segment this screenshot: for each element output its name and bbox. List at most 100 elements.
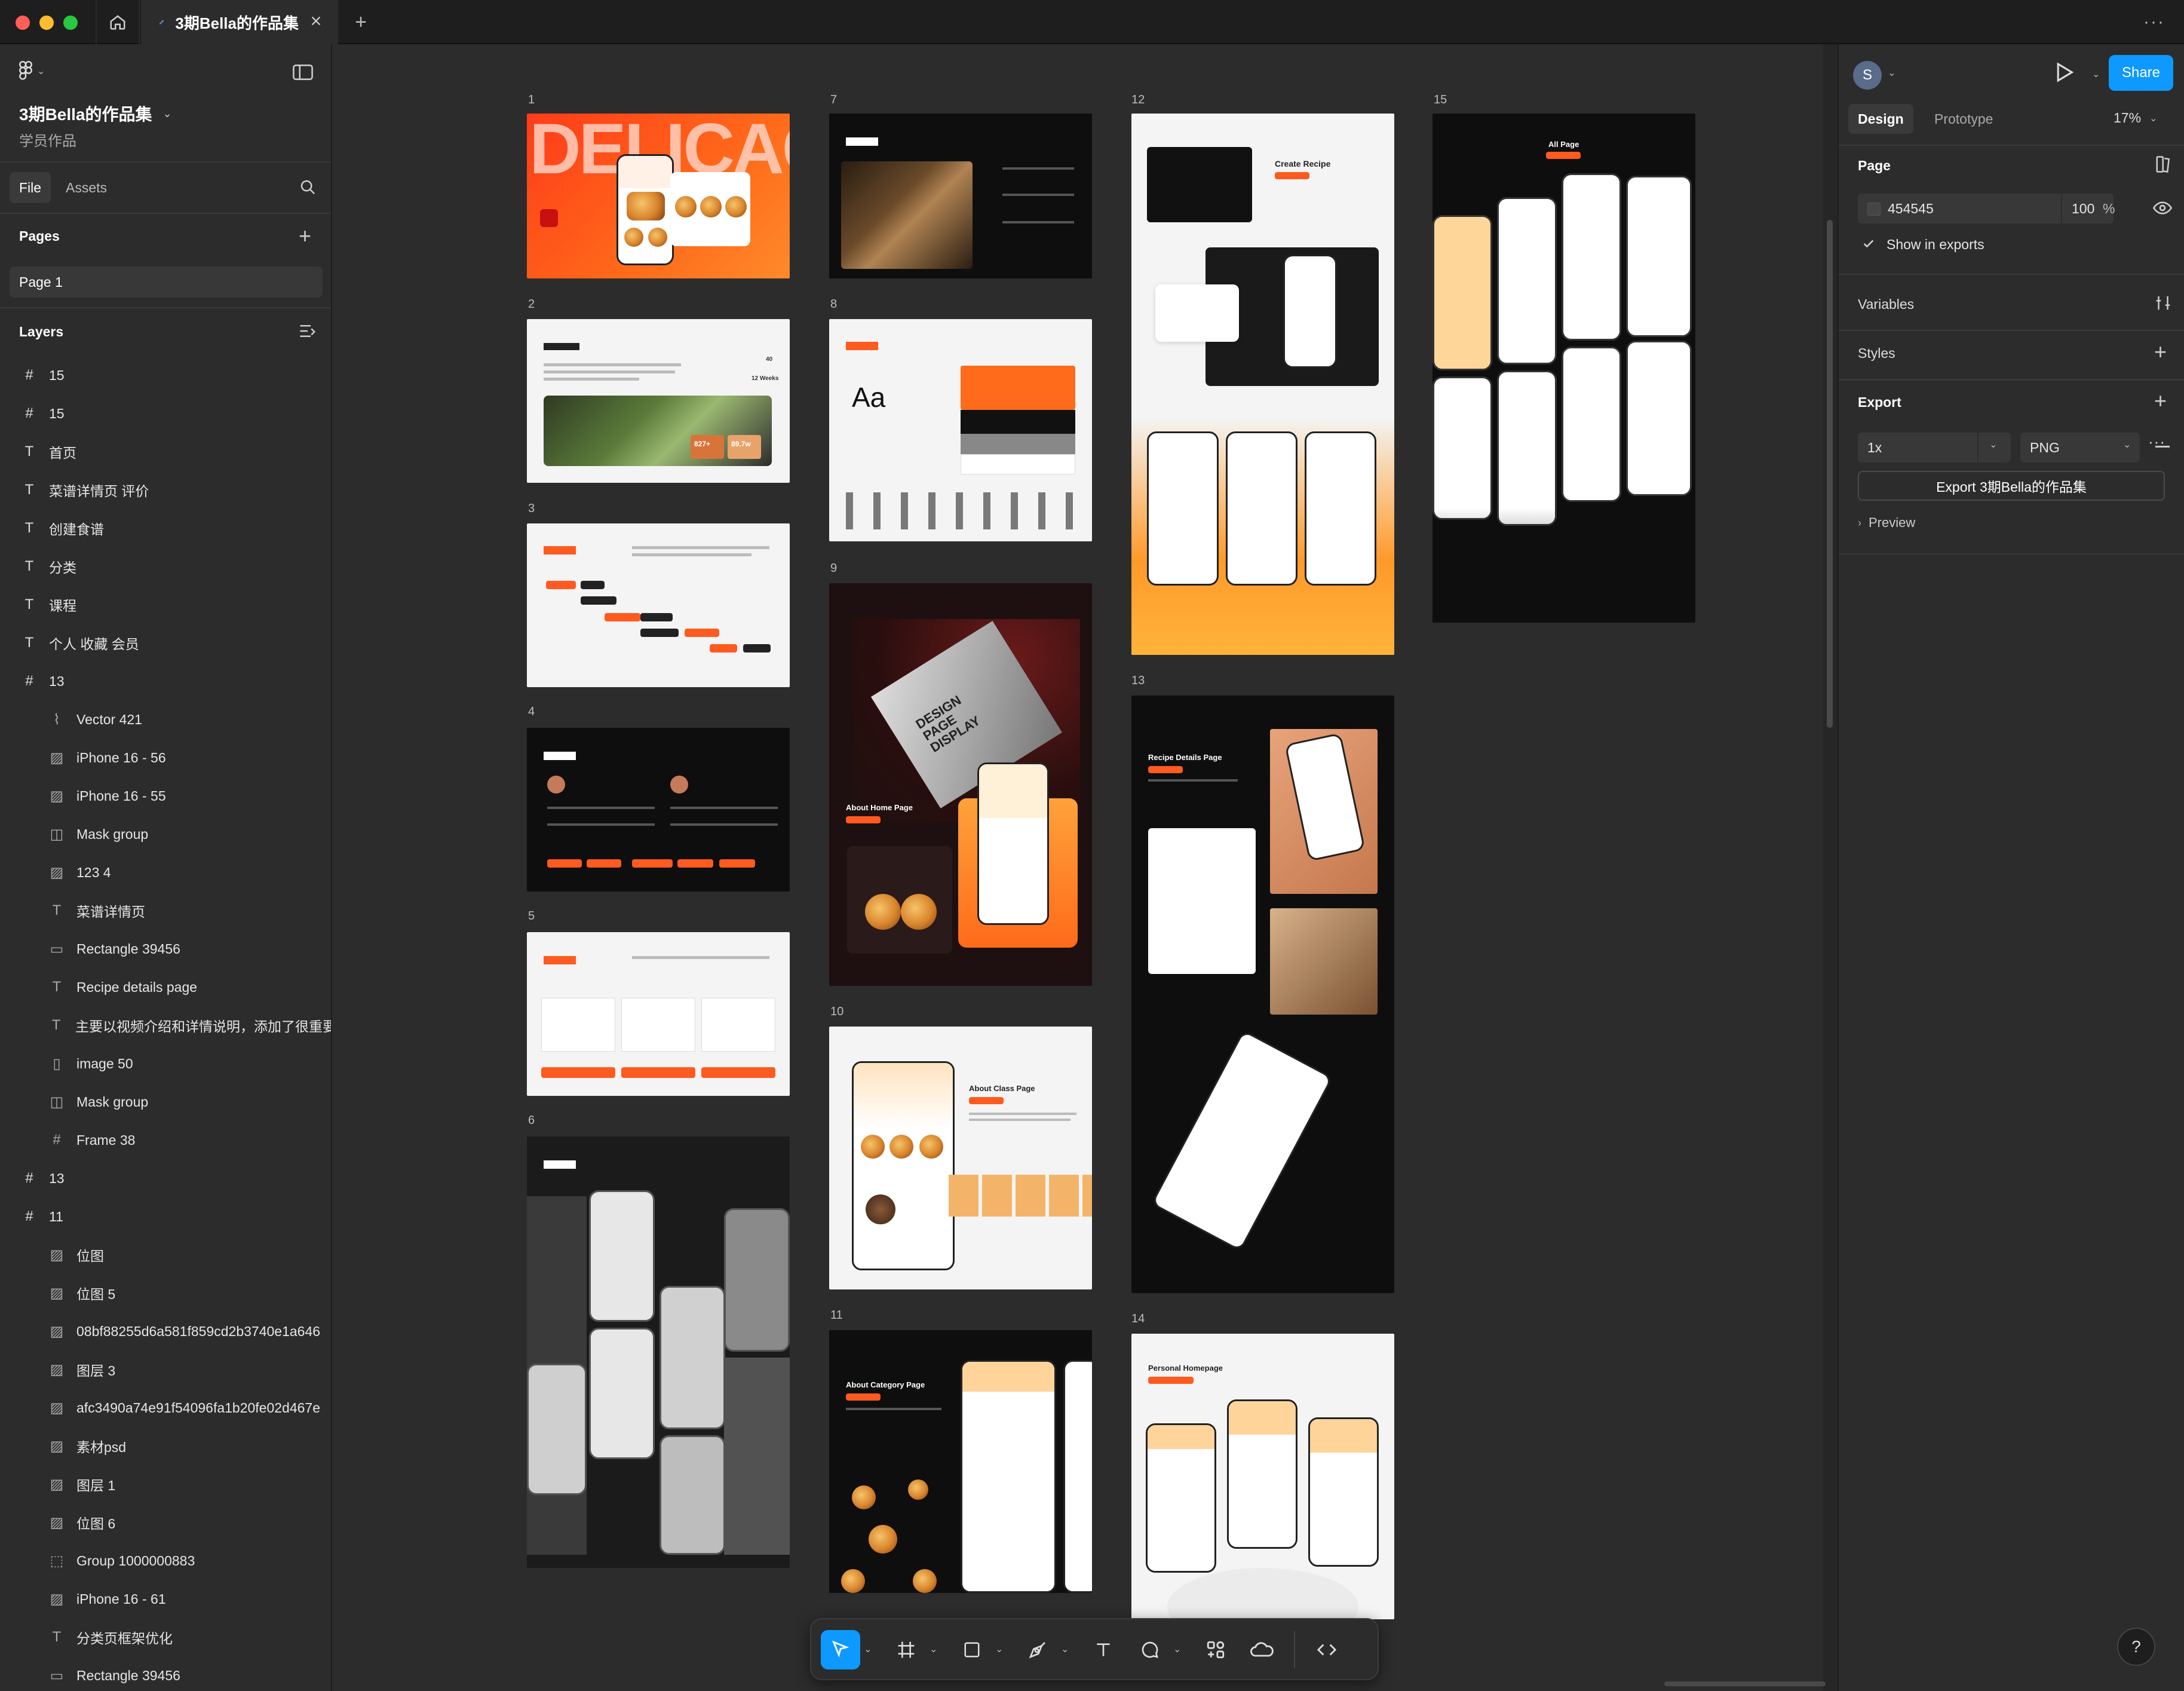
layer-item[interactable]: T 分类页框架优化 [0,1618,331,1656]
layer-item[interactable]: #15 [0,394,331,433]
frame-9-home-page[interactable]: DESIGN PAGE DISPLAY About Home Page [829,583,1092,986]
toggle-sidebar-button[interactable] [293,65,313,83]
layer-item[interactable]: ▨ 位图 5 [0,1274,331,1312]
layer-item[interactable]: T Recipe details page [0,968,331,1006]
layer-item[interactable]: # Frame 38 [0,1121,331,1159]
layer-item[interactable]: T 首页 [0,433,331,471]
chevron-down-icon[interactable]: ⌄ [1888,67,1895,79]
rectangle-tool-button[interactable] [952,1630,992,1669]
layer-item[interactable]: ▨ iPhone 16 - 55 [0,777,331,815]
frame-2-intro[interactable]: 40 12 Weeks 827+ 89.7w [527,319,790,483]
pen-tool-button[interactable] [1018,1630,1057,1669]
tab-assets[interactable]: Assets [56,172,116,203]
layer-item[interactable]: #11 [0,1197,331,1236]
frame-tool-button[interactable] [887,1630,926,1669]
layer-item[interactable]: T 课程 [0,586,331,624]
frame-1-cover[interactable]: DELICACY [527,114,790,278]
page-item-page-1[interactable]: Page 1 [10,266,323,298]
layer-item[interactable]: ▨ 位图 6 [0,1503,331,1542]
chevron-down-icon[interactable]: ⌄ [1173,1643,1181,1655]
page-color-swatch[interactable] [1867,203,1881,216]
layer-item[interactable]: ▨ 图层 1 [0,1465,331,1503]
canvas-vertical-scrollbar[interactable] [1823,44,1838,1691]
layer-item[interactable]: #13 [0,662,331,700]
frame-15-all-page[interactable]: All Page [1433,114,1695,623]
move-tool-button[interactable] [821,1630,860,1669]
layer-item[interactable]: ▨ 位图 [0,1236,331,1274]
layer-item[interactable]: T 主要以视频介绍和详情说明，添加了很重要的 [0,1006,331,1044]
close-tab-icon[interactable] [309,14,323,30]
chevron-down-icon[interactable]: ⌄ [930,1643,937,1655]
layer-item[interactable]: ▨ afc3490a74e91f54096fa1b20fe02d467e [0,1389,331,1427]
file-name-button[interactable]: 3期Bella的作品集 ⌄ [19,102,172,125]
library-button[interactable] [2155,155,2172,176]
frame-11-category-page[interactable]: About Category Page [829,1330,1092,1593]
layer-item[interactable]: ⬚ Group 1000000883 [0,1542,331,1580]
tab-file[interactable]: File [10,172,51,203]
add-style-button[interactable]: + [2154,339,2167,364]
actions-tool-button[interactable] [1243,1630,1282,1669]
help-button[interactable]: ? [2117,1628,2155,1666]
chevron-down-icon[interactable]: ⌄ [2092,68,2100,80]
frame-7-showcase[interactable] [829,114,1092,278]
add-page-button[interactable]: + [299,223,311,249]
dev-mode-button[interactable] [1307,1630,1346,1669]
layer-item[interactable]: ▯ image 50 [0,1044,331,1083]
chevron-down-icon[interactable]: ⌄ [1061,1643,1069,1655]
layer-item[interactable]: T 个人 收藏 会员 [0,624,331,662]
layer-item[interactable]: ▭ Rectangle 39456 [0,930,331,968]
frame-6-prototype[interactable] [527,1136,790,1568]
layer-item[interactable]: ▭ Rectangle 39456 [0,1656,331,1691]
show-in-exports-checkbox[interactable] [1861,237,1876,251]
comment-tool-button[interactable] [1130,1630,1170,1669]
page-color-field[interactable]: 454545 100 % [1858,194,2115,223]
canvas-horizontal-scrollbar[interactable] [1664,1681,1826,1686]
search-layers-button[interactable] [299,178,317,199]
toggle-visibility-button[interactable] [2152,201,2173,218]
layer-item[interactable]: #15 [0,356,331,394]
home-button[interactable] [96,0,140,44]
frame-14-personal-homepage[interactable]: Personal Homepage [1131,1334,1394,1619]
export-file-button[interactable]: Export 3期Bella的作品集 [1858,471,2165,501]
frame-8-guidelines[interactable]: Aa [829,319,1092,541]
export-preview-toggle[interactable]: › Preview [1858,515,1915,531]
page-opacity-value[interactable]: 100 [2072,201,2094,217]
variables-button[interactable] [2154,294,2172,315]
add-export-button[interactable]: + [2154,388,2167,413]
layer-item[interactable]: ◫ Mask group [0,815,331,853]
document-tab[interactable]: 3期Bella的作品集 [141,0,338,44]
frame-13-recipe-details[interactable]: Recipe Details Page [1131,696,1394,1293]
zoom-window-button[interactable] [63,16,78,30]
zoom-dropdown[interactable]: 17% ⌄ [2114,110,2157,126]
layer-item[interactable]: T 分类 [0,547,331,586]
layer-item[interactable]: ▨ 08bf88255d6a581f859cd2b3740e1a646 [0,1312,331,1350]
user-avatar[interactable]: S [1853,61,1882,90]
frame-3-schedule[interactable] [527,523,790,687]
export-scale-select[interactable]: 1x ⌄ [1858,433,2011,462]
layer-item[interactable]: T 菜谱详情页 [0,892,331,930]
layer-item[interactable]: ▨ iPhone 16 - 56 [0,739,331,777]
main-menu-button[interactable]: ⌄ [18,61,45,81]
layer-item[interactable]: T 创建食谱 [0,509,331,547]
frame-12-create-recipe[interactable]: Create Recipe [1131,114,1394,655]
layer-item[interactable]: #13 [0,1159,331,1197]
close-window-button[interactable] [16,16,30,30]
chevron-down-icon[interactable]: ⌄ [995,1643,1003,1655]
more-menu-button[interactable]: ··· [2136,0,2172,44]
layer-item[interactable]: ▨ iPhone 16 - 61 [0,1580,331,1618]
export-format-select[interactable]: PNG ⌄ [2020,433,2140,462]
present-button[interactable] [2055,62,2074,85]
tab-design[interactable]: Design [1848,104,1913,134]
export-settings-button[interactable]: ··· [2148,433,2165,451]
frame-4-research[interactable] [527,728,790,892]
layer-item[interactable]: ▨ 图层 3 [0,1350,331,1389]
layer-item[interactable]: ⌇ Vector 421 [0,700,331,739]
layer-item[interactable]: T 菜谱详情页 评价 [0,471,331,509]
collapse-layers-button[interactable] [299,323,317,342]
resources-tool-button[interactable] [1196,1630,1235,1669]
share-button[interactable]: Share [2109,55,2173,91]
page-color-hex[interactable]: 454545 [1888,201,1934,217]
frame-10-class-page[interactable]: About Class Page [829,1027,1092,1289]
new-tab-button[interactable]: + [350,0,372,44]
minimize-window-button[interactable] [39,16,54,30]
